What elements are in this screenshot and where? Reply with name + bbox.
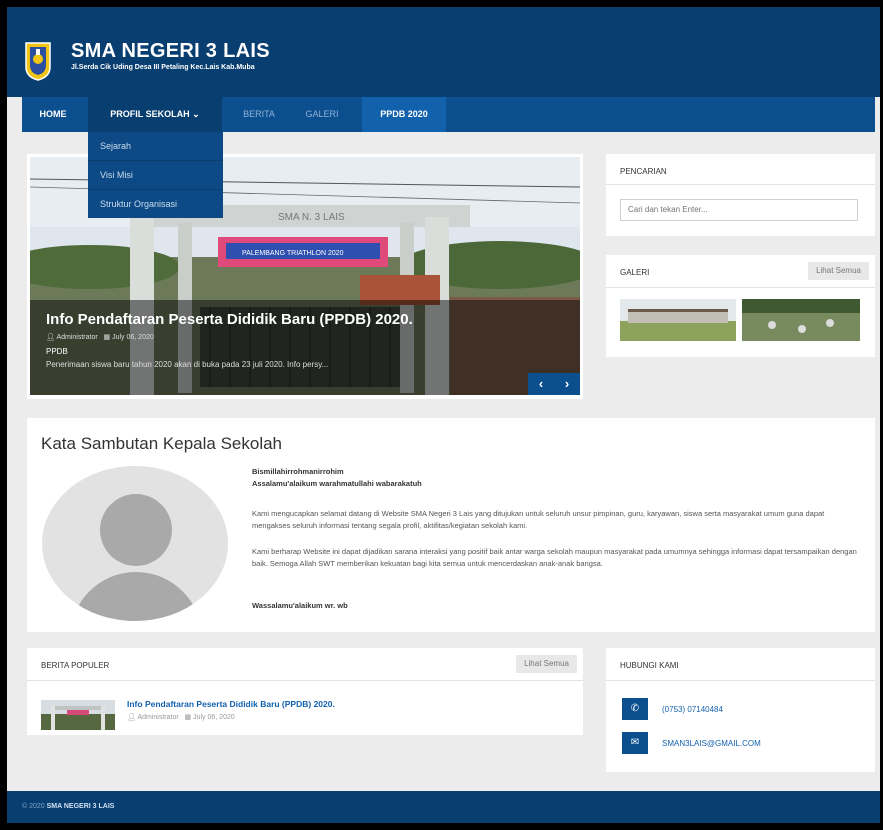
slider-arrows: ‹ ›	[528, 373, 580, 395]
search-widget: PENCARIAN	[606, 154, 875, 236]
nav-berita[interactable]: BERITA	[234, 97, 284, 132]
calendar-icon: ▦	[184, 714, 192, 721]
news-item-author: Administrator	[137, 714, 179, 721]
divider	[606, 680, 875, 681]
search-widget-title: PENCARIAN	[620, 167, 667, 176]
welcome-greeting-salam: Assalamu'alaikum warahmatullahi wabaraka…	[252, 479, 422, 488]
mail-icon[interactable]: ✉	[622, 732, 648, 754]
site-title[interactable]: SMA NEGERI 3 LAIS	[71, 40, 270, 63]
news-item-meta: 👤︎ Administrator ▦ July 06, 2020	[127, 713, 235, 721]
site-footer: © 2020 SMA NEGERI 3 LAIS	[7, 791, 880, 823]
avatar	[42, 466, 228, 621]
footer-site-name[interactable]: SMA NEGERI 3 LAIS	[47, 803, 115, 810]
contact-widget-title: HUBUNGI KAMI	[620, 661, 679, 670]
divider	[27, 680, 583, 681]
nav-home[interactable]: HOME	[22, 97, 84, 132]
slide-author: Administrator	[56, 334, 98, 341]
gallery-widget-title: GALERI	[620, 268, 650, 277]
chevron-left-icon[interactable]: ‹	[528, 373, 554, 395]
welcome-greeting-bismillah: Bismillahirrohmanirrohim	[252, 467, 344, 476]
nav-profil-sekolah[interactable]: PROFIL SEKOLAH ⌄	[88, 97, 222, 132]
site-subtitle: Jl.Serda Cik Uding Desa III Petaling Kec…	[71, 64, 255, 71]
footer-year: © 2020	[22, 803, 45, 810]
contact-widget: HUBUNGI KAMI ✆ (0753) 07140484 ✉ SMAN3LA…	[606, 648, 875, 772]
site-header: SMA NEGERI 3 LAIS Jl.Serda Cik Uding Des…	[7, 7, 880, 97]
welcome-paragraph-2: Kami berharap Website ini dapat dijadika…	[252, 547, 857, 568]
slide-category: PPDB	[46, 347, 68, 356]
page-frame: SMA NEGERI 3 LAIS Jl.Serda Cik Uding Des…	[7, 7, 880, 823]
chevron-right-icon[interactable]: ›	[554, 373, 580, 395]
divider	[606, 184, 875, 185]
nav-ppdb-2020[interactable]: PPDB 2020	[362, 97, 446, 132]
welcome-paragraph-1: Kami mengucapkan selamat datang di Websi…	[252, 509, 825, 530]
school-logo-icon[interactable]	[24, 41, 52, 81]
slide-title[interactable]: Info Pendaftaran Peserta Dididik Baru (P…	[46, 311, 413, 328]
welcome-closing: Wassalamu'alaikum wr. wb	[252, 601, 348, 610]
slide-meta: 👤︎ Administrator ▦ July 06, 2020	[46, 333, 154, 341]
main-nav: HOME PROFIL SEKOLAH ⌄ BERITA GALERI PPDB…	[22, 97, 875, 132]
profil-dropdown-menu: Sejarah Visi Misi Struktur Organisasi	[88, 132, 223, 218]
slide-date: July 06, 2020	[112, 334, 154, 341]
dropdown-item-sejarah[interactable]: Sejarah	[88, 132, 223, 161]
slide-excerpt: Penerimaan siswa baru tahun 2020 akan di…	[46, 360, 329, 369]
popular-news-title: BERITA POPULER	[41, 661, 110, 670]
gallery-widget: GALERI Lihat Semua	[606, 255, 875, 357]
divider	[606, 287, 875, 288]
popular-news-widget: BERITA POPULER Lihat Semua Info Pendafta…	[27, 648, 583, 735]
gallery-thumbnail[interactable]	[620, 299, 736, 341]
popular-news-see-all-button[interactable]: Lihat Semua	[516, 655, 577, 673]
news-item-title[interactable]: Info Pendaftaran Peserta Dididik Baru (P…	[127, 699, 335, 709]
user-icon: 👤︎	[127, 714, 136, 721]
phone-icon[interactable]: ✆	[622, 698, 648, 720]
principal-welcome-section: Kata Sambutan Kepala Sekolah Bismillahir…	[27, 418, 875, 632]
dropdown-item-visi-misi[interactable]: Visi Misi	[88, 161, 223, 190]
news-thumbnail[interactable]	[41, 700, 115, 730]
contact-phone[interactable]: (0753) 07140484	[662, 705, 723, 714]
dropdown-item-struktur-organisasi[interactable]: Struktur Organisasi	[88, 190, 223, 218]
nav-galeri[interactable]: GALERI	[290, 97, 354, 132]
user-icon: 👤︎	[46, 334, 55, 341]
welcome-title: Kata Sambutan Kepala Sekolah	[41, 434, 283, 453]
contact-email[interactable]: SMAN3LAIS@GMAIL.COM	[662, 739, 761, 748]
news-item-date: July 06, 2020	[193, 714, 235, 721]
search-input[interactable]	[620, 199, 858, 221]
gallery-see-all-button[interactable]: Lihat Semua	[808, 262, 869, 280]
gallery-thumbnail[interactable]	[742, 299, 860, 341]
calendar-icon: ▦	[103, 334, 111, 341]
slide-banner-text: PALEMBANG TRIATHLON 2020	[242, 250, 344, 257]
slide-gate-sign: SMA N. 3 LAIS	[278, 212, 345, 223]
footer-copyright: © 2020 SMA NEGERI 3 LAIS	[22, 803, 114, 810]
